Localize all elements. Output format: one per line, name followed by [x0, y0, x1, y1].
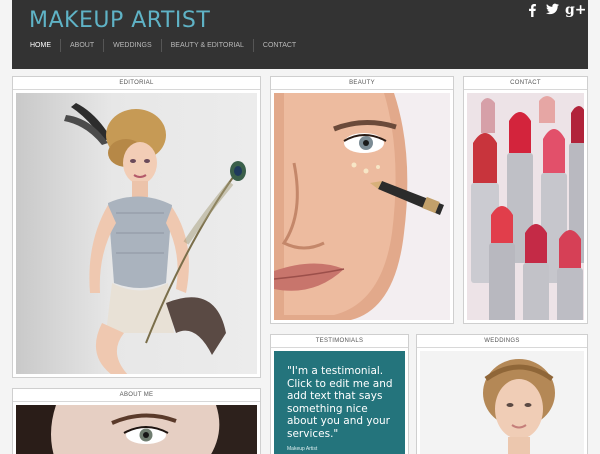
panel-title-weddings: WEDDINGS [417, 335, 587, 348]
testimonial-quote[interactable]: "I'm a testimonial. Click to edit me and… [287, 365, 393, 440]
nav-item-contact[interactable]: CONTACT [252, 39, 305, 52]
about-panel[interactable]: ABOUT ME [12, 388, 261, 454]
panel-title-about: ABOUT ME [13, 389, 260, 402]
testimonials-panel[interactable]: TESTIMONIALS "I'm a testimonial. Click t… [270, 334, 409, 454]
twitter-icon[interactable] [546, 3, 559, 17]
main-nav: HOME ABOUT WEDDINGS BEAUTY & EDITORIAL C… [23, 39, 305, 52]
nav-item-weddings[interactable]: WEDDINGS [103, 39, 161, 52]
panel-title-contact: CONTACT [464, 77, 587, 90]
panel-title-editorial: EDITORIAL [13, 77, 260, 90]
contact-panel[interactable]: CONTACT [463, 76, 588, 324]
site-header: MAKEUP ARTIST g+ HOME ABOUT WEDDINGS BEA… [12, 0, 588, 69]
panel-title-beauty: BEAUTY [271, 77, 453, 90]
testimonial-author: Makeup Artist [287, 446, 318, 452]
about-image[interactable] [16, 405, 257, 454]
social-links: g+ [527, 3, 587, 17]
testimonial-box: "I'm a testimonial. Click to edit me and… [274, 351, 405, 454]
weddings-panel[interactable]: WEDDINGS [416, 334, 588, 454]
panel-title-testimonials: TESTIMONIALS [271, 335, 408, 348]
beauty-panel[interactable]: BEAUTY [270, 76, 454, 324]
facebook-icon[interactable] [527, 3, 539, 17]
weddings-image[interactable] [420, 351, 584, 454]
google-plus-icon[interactable]: g+ [565, 3, 587, 17]
nav-item-beauty-editorial[interactable]: BEAUTY & EDITORIAL [160, 39, 253, 52]
beauty-image[interactable] [274, 93, 450, 320]
editorial-panel[interactable]: EDITORIAL [12, 76, 261, 378]
contact-image[interactable] [467, 93, 584, 320]
editorial-image[interactable] [16, 93, 257, 374]
site-title[interactable]: MAKEUP ARTIST [29, 8, 210, 33]
nav-item-about[interactable]: ABOUT [60, 39, 103, 52]
nav-item-home[interactable]: HOME [23, 39, 60, 52]
